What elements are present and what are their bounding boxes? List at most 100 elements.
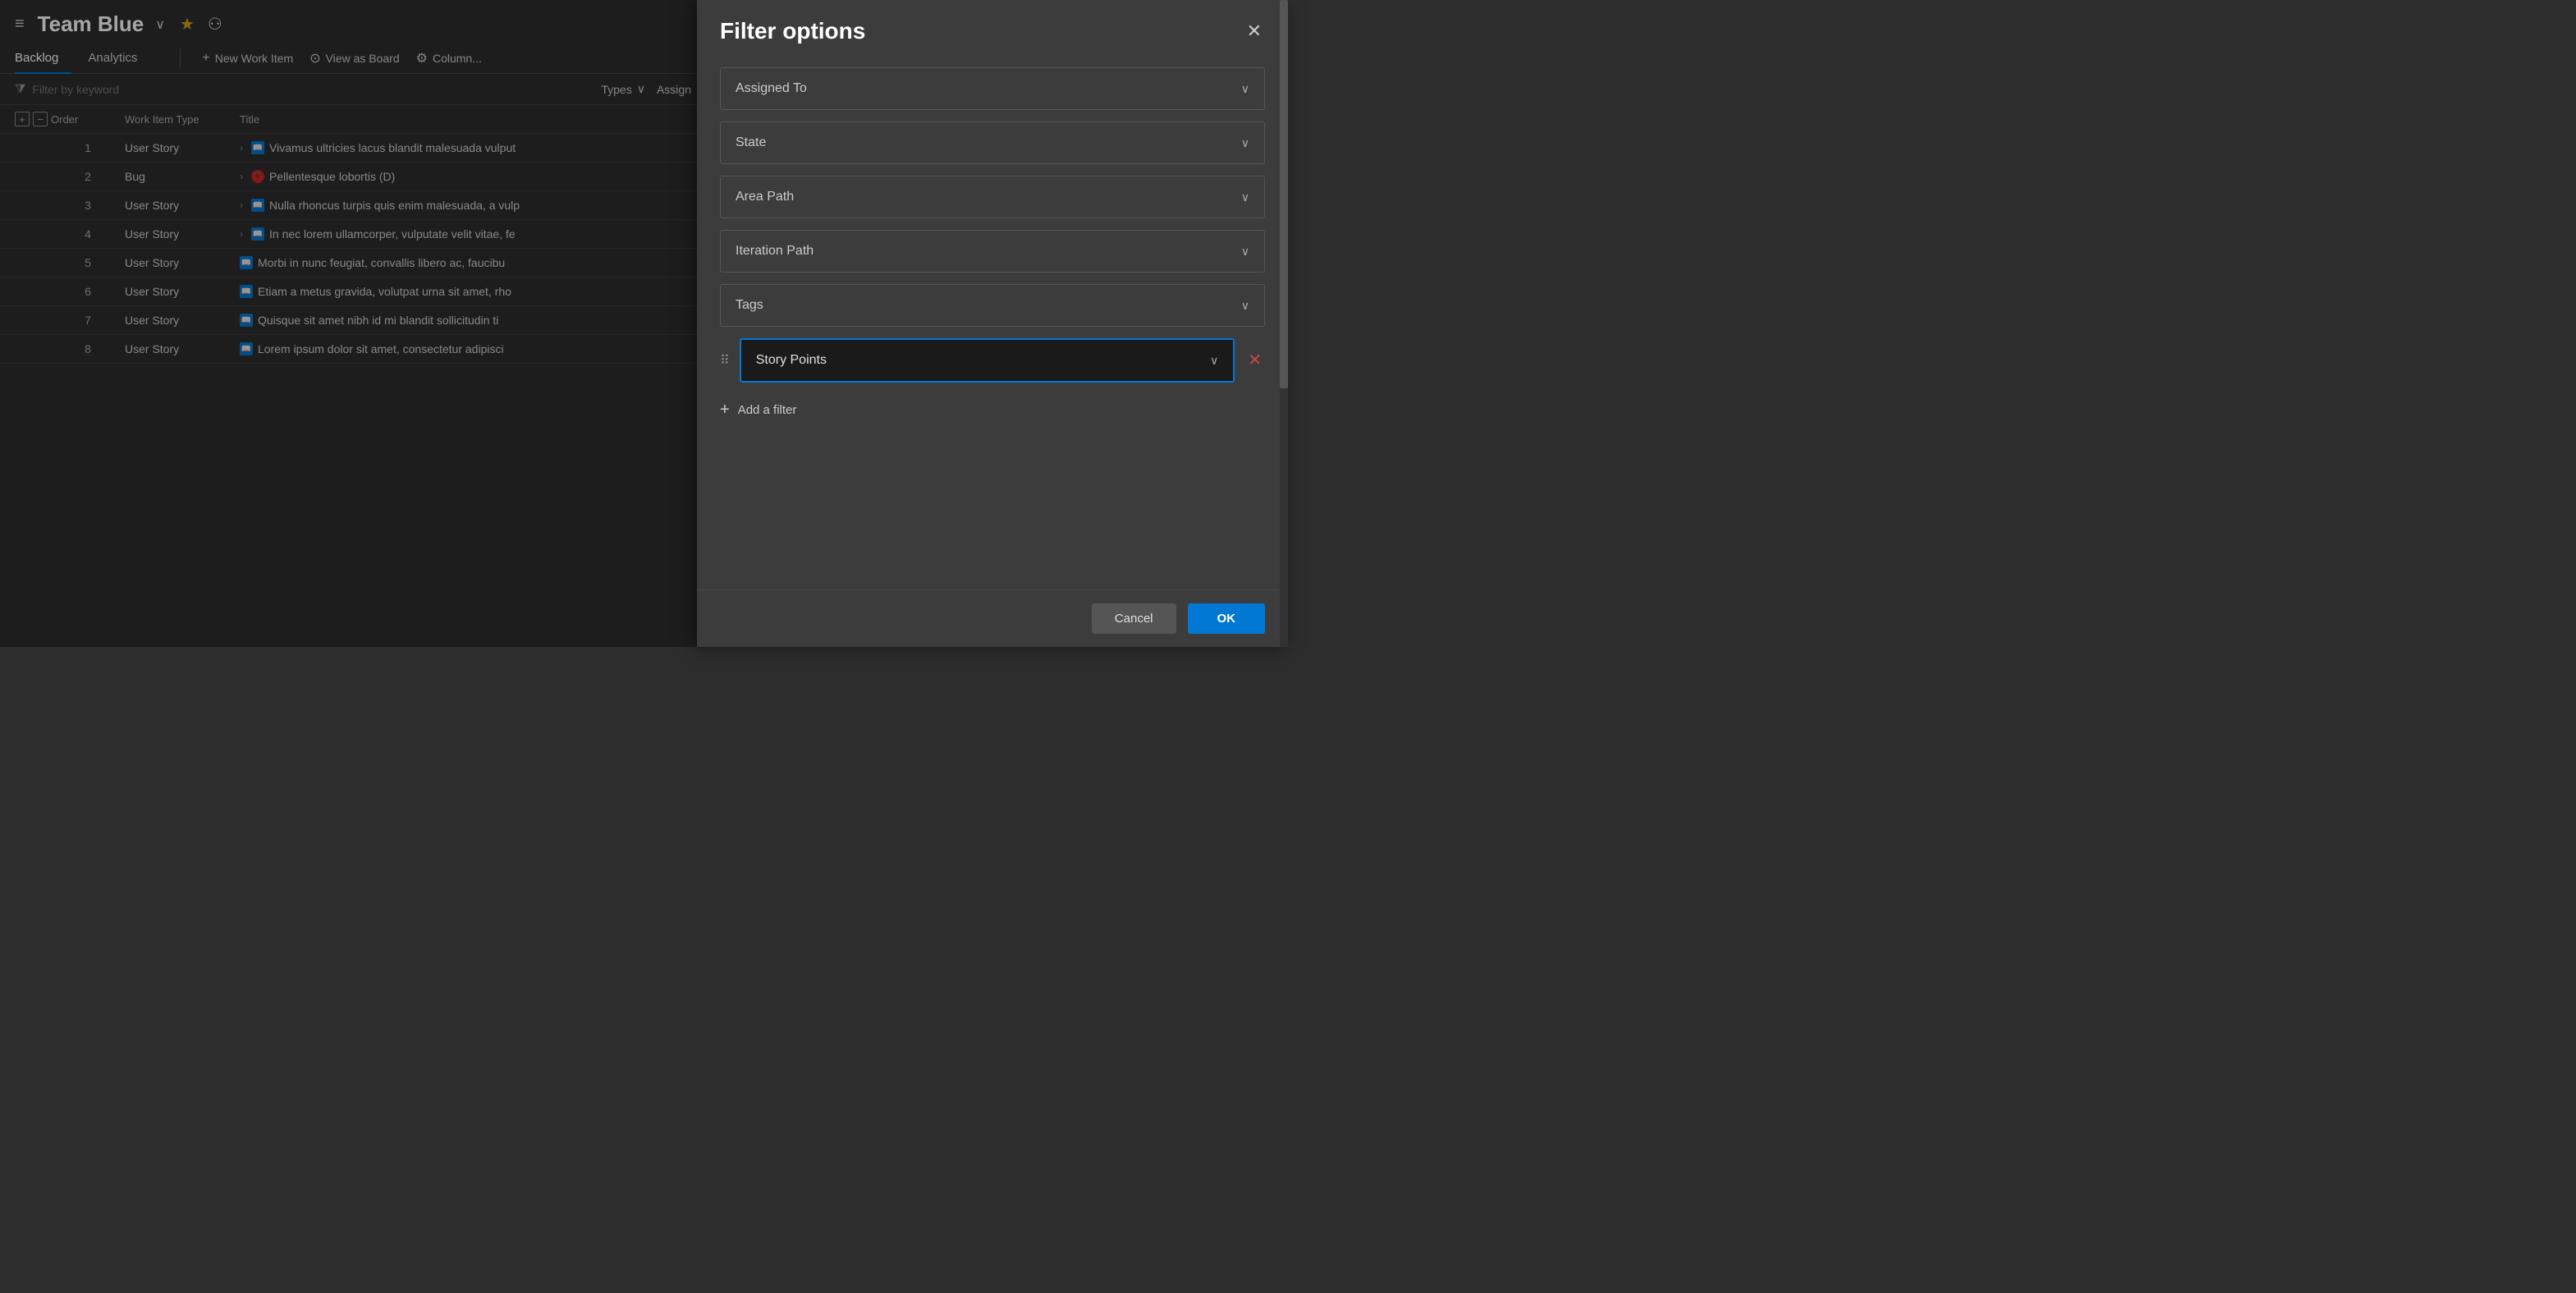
view-as-board-label: View as Board xyxy=(326,52,400,65)
story-points-label: Story Points xyxy=(756,353,827,368)
table-row[interactable]: 4 User Story › 📖 In nec lorem ullamcorpe… xyxy=(0,220,706,249)
user-story-icon: 📖 xyxy=(240,256,253,269)
row-expand-icon[interactable]: › xyxy=(240,142,243,154)
user-story-icon: 📖 xyxy=(240,285,253,298)
scroll-thumb[interactable] xyxy=(1280,0,1288,388)
filter-keyword-input[interactable] xyxy=(32,83,589,96)
new-work-item-button[interactable]: + New Work Item xyxy=(194,44,301,72)
row-title: 📖 Lorem ipsum dolor sit amet, consectetu… xyxy=(240,342,691,355)
custom-filter-row: ⠿ Story Points ∨ ✕ xyxy=(720,338,1265,383)
assigned-to-dropdown[interactable]: Assigned To ∨ xyxy=(720,67,1265,110)
title-text: Vivamus ultricies lacus blandit malesuad… xyxy=(269,141,516,154)
panel-body: Assigned To ∨ State ∨ Area Path ∨ Iterat… xyxy=(697,59,1288,589)
assigned-to-label: Assigned To xyxy=(736,81,807,96)
table-row[interactable]: 2 Bug › 🐞 Pellentesque lobortis (D) xyxy=(0,163,706,191)
title-text: Lorem ipsum dolor sit amet, consectetur … xyxy=(258,342,504,355)
delete-filter-button[interactable]: ✕ xyxy=(1244,351,1265,370)
user-story-icon: 📖 xyxy=(251,227,264,241)
row-order: 8 xyxy=(51,342,125,355)
column-icon: ⚙ xyxy=(416,50,428,66)
team-members-icon[interactable]: ⚇ xyxy=(208,14,222,34)
tags-dropdown[interactable]: Tags ∨ xyxy=(720,284,1265,327)
tags-label: Tags xyxy=(736,298,763,313)
work-item-type: User Story xyxy=(125,285,240,298)
iteration-path-dropdown[interactable]: Iteration Path ∨ xyxy=(720,230,1265,273)
nav-divider xyxy=(180,48,181,68)
work-item-type: User Story xyxy=(125,227,240,241)
tags-chevron-icon: ∨ xyxy=(1241,299,1249,313)
row-title: 📖 Etiam a metus gravida, volutpat urna s… xyxy=(240,285,691,298)
story-points-dropdown[interactable]: Story Points ∨ xyxy=(740,338,1235,383)
work-item-type: User Story xyxy=(125,141,240,154)
row-order: 2 xyxy=(51,170,125,183)
row-expand-icon[interactable]: › xyxy=(240,228,243,240)
table-row[interactable]: 8 User Story 📖 Lorem ipsum dolor sit ame… xyxy=(0,335,706,364)
col-title: Title xyxy=(240,113,691,126)
col-order: Order xyxy=(51,113,125,126)
row-order: 4 xyxy=(51,227,125,241)
table-row[interactable]: 6 User Story 📖 Etiam a metus gravida, vo… xyxy=(0,277,706,306)
table-row[interactable]: 5 User Story 📖 Morbi in nunc feugiat, co… xyxy=(0,249,706,277)
cancel-button[interactable]: Cancel xyxy=(1092,603,1176,634)
expand-all-button[interactable]: + xyxy=(15,112,30,126)
title-text: Morbi in nunc feugiat, convallis libero … xyxy=(258,256,505,269)
col-type: Work Item Type xyxy=(125,113,240,126)
assign-label: Assign xyxy=(657,83,691,96)
bug-icon: 🐞 xyxy=(251,170,264,183)
collapse-all-button[interactable]: − xyxy=(33,112,48,126)
story-points-chevron-icon: ∨ xyxy=(1210,354,1218,368)
iteration-path-chevron-icon: ∨ xyxy=(1241,245,1249,259)
title-text: In nec lorem ullamcorper, vulputate veli… xyxy=(269,227,516,241)
filter-keyword-icon: ⧩ xyxy=(15,82,25,96)
user-story-icon: 📖 xyxy=(240,314,253,327)
table-row[interactable]: 1 User Story › 📖 Vivamus ultricies lacus… xyxy=(0,134,706,163)
nav-tabs: Backlog Analytics + New Work Item ⊙ View… xyxy=(0,44,706,74)
row-title: › 🐞 Pellentesque lobortis (D) xyxy=(240,170,691,183)
tab-backlog[interactable]: Backlog xyxy=(15,44,71,73)
row-title: 📖 Morbi in nunc feugiat, convallis liber… xyxy=(240,256,691,269)
work-item-type: User Story xyxy=(125,199,240,212)
panel-footer: Cancel OK xyxy=(697,589,1288,647)
expand-controls: + − xyxy=(15,112,51,126)
row-title: 📖 Quisque sit amet nibh id mi blandit so… xyxy=(240,314,691,327)
panel-title: Filter options xyxy=(720,18,865,44)
view-as-board-button[interactable]: ⊙ View as Board xyxy=(301,44,407,73)
assign-filter-pill[interactable]: Assign xyxy=(657,83,691,96)
filter-input-wrap: ⧩ xyxy=(15,82,589,96)
add-filter-button[interactable]: + Add a filter xyxy=(720,394,1265,426)
area-path-label: Area Path xyxy=(736,190,794,204)
table-row[interactable]: 3 User Story › 📖 Nulla rhoncus turpis qu… xyxy=(0,191,706,220)
row-order: 7 xyxy=(51,314,125,327)
row-expand-icon[interactable]: › xyxy=(240,171,243,182)
row-order: 6 xyxy=(51,285,125,298)
title-text: Pellentesque lobortis (D) xyxy=(269,170,395,183)
drag-handle-icon[interactable]: ⠿ xyxy=(720,352,730,369)
main-backlog-area: ≡ Team Blue ∨ ★ ⚇ Backlog Analytics + Ne… xyxy=(0,0,706,647)
favorite-icon[interactable]: ★ xyxy=(180,14,195,34)
row-title: › 📖 Vivamus ultricies lacus blandit male… xyxy=(240,141,691,154)
column-options-label: Column... xyxy=(433,52,482,65)
board-icon: ⊙ xyxy=(309,50,320,66)
team-chevron-icon[interactable]: ∨ xyxy=(155,16,165,33)
plus-icon: + xyxy=(202,51,209,66)
tab-analytics[interactable]: Analytics xyxy=(88,44,150,73)
user-story-icon: 📖 xyxy=(251,199,264,212)
table-row[interactable]: 7 User Story 📖 Quisque sit amet nibh id … xyxy=(0,306,706,335)
row-order: 5 xyxy=(51,256,125,269)
scroll-track xyxy=(1280,0,1288,647)
column-options-button[interactable]: ⚙ Column... xyxy=(408,44,490,73)
state-dropdown[interactable]: State ∨ xyxy=(720,122,1265,164)
user-story-icon: 📖 xyxy=(240,342,253,355)
close-panel-button[interactable]: ✕ xyxy=(1244,19,1265,44)
area-path-chevron-icon: ∨ xyxy=(1241,190,1249,204)
iteration-path-label: Iteration Path xyxy=(736,244,814,259)
row-expand-icon[interactable]: › xyxy=(240,199,243,211)
hamburger-icon[interactable]: ≡ xyxy=(15,15,25,34)
area-path-dropdown[interactable]: Area Path ∨ xyxy=(720,176,1265,218)
state-label: State xyxy=(736,135,766,150)
types-filter-pill[interactable]: Types ∨ xyxy=(601,82,645,96)
ok-button[interactable]: OK xyxy=(1188,603,1266,634)
filter-bar: ⧩ Types ∨ Assign xyxy=(0,74,706,105)
assigned-to-chevron-icon: ∨ xyxy=(1241,82,1249,96)
work-item-type: User Story xyxy=(125,314,240,327)
